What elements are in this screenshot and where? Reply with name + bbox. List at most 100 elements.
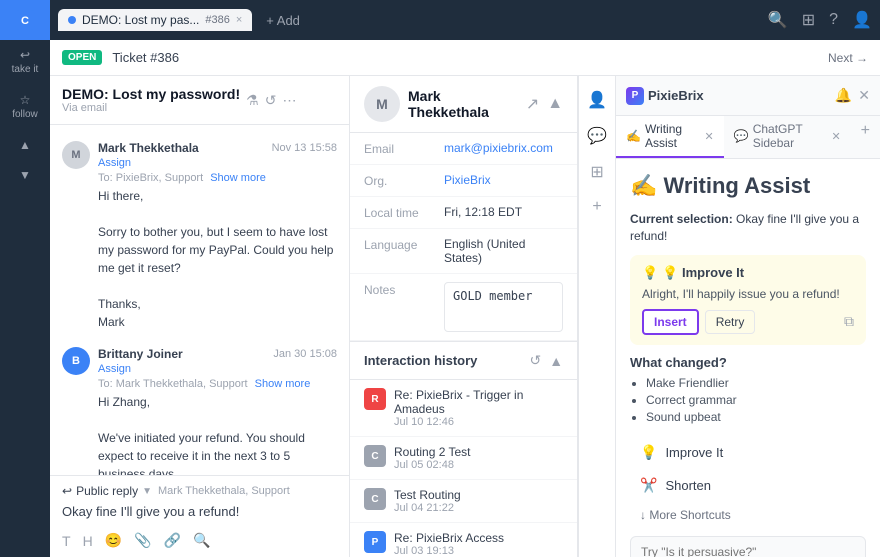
- pixiebrix-sidebar: P PixieBrix 🔔 ✕ ✍️ Writing Assist ✕ 💬 Ch…: [615, 76, 880, 557]
- msg-body: Hi there,Sorry to bother you, but I seem…: [98, 187, 337, 331]
- improve-shortcut-label: Improve It: [665, 445, 723, 460]
- filter-button[interactable]: ⚗: [246, 92, 259, 109]
- search-kb-button[interactable]: 🔍: [193, 532, 210, 549]
- apps-icon[interactable]: ⊞: [802, 10, 815, 30]
- heading-button[interactable]: H: [83, 533, 93, 549]
- attach-button[interactable]: 📎: [134, 532, 151, 549]
- refresh-history-button[interactable]: ↺: [529, 352, 541, 369]
- close-sidebar-button[interactable]: ✕: [858, 87, 870, 104]
- detail-header: M Mark Thekkethala ↗ ▲: [350, 76, 577, 133]
- message-item: B Brittany Joiner Jan 30 15:08 Assign To…: [50, 339, 349, 475]
- what-changed-title: What changed?: [630, 355, 866, 370]
- history-section: Interaction history ↺ ▲ R Re: PixieBrix …: [350, 341, 577, 557]
- right-detail-actions: 👤 💬 ⊞ +: [578, 76, 615, 557]
- left-sidebar: C ↩ take it ☆ follow ▲ ▼: [0, 0, 50, 557]
- email-link[interactable]: mark@pixiebrix.com: [444, 141, 553, 155]
- add-tab-button[interactable]: +: [851, 116, 880, 158]
- try-input[interactable]: [630, 536, 866, 557]
- notes-field-row: Notes GOLD member: [350, 274, 577, 341]
- user-avatar[interactable]: 👤: [852, 10, 872, 30]
- reply-type-button[interactable]: ↩ Public reply ▼: [62, 484, 152, 498]
- tab-title: DEMO: Lost my pas...: [82, 13, 199, 27]
- reply-input[interactable]: Okay fine I'll give you a refund!: [62, 504, 337, 524]
- user-detail-button[interactable]: 👤: [583, 86, 611, 114]
- pixiebrix-logo-icon: P: [626, 87, 644, 105]
- email-value: mark@pixiebrix.com: [444, 141, 553, 155]
- change-item: Correct grammar: [646, 393, 866, 407]
- detail-header-actions: ↗ ▲: [526, 94, 563, 114]
- chatgpt-close[interactable]: ✕: [831, 130, 840, 143]
- emoji-button[interactable]: 😊: [105, 532, 122, 549]
- assign-link[interactable]: Assign: [98, 157, 131, 169]
- show-more-link[interactable]: Show more: [210, 172, 266, 184]
- msg-header: Brittany Joiner Jan 30 15:08: [98, 347, 337, 361]
- language-label: Language: [364, 237, 444, 252]
- tab-active[interactable]: DEMO: Lost my pas... #386 ×: [58, 9, 252, 31]
- history-item[interactable]: R Re: PixieBrix - Trigger in Amadeus Jul…: [350, 380, 577, 437]
- assign-link[interactable]: Assign: [98, 363, 131, 375]
- conv-actions: ⚗ ↺ ⋯: [246, 92, 296, 109]
- link-button[interactable]: 🔗: [164, 532, 181, 549]
- time-field-row: Local time Fri, 12:18 EDT: [350, 197, 577, 229]
- history-badge: P: [364, 531, 386, 553]
- pix-tabs: ✍️ Writing Assist ✕ 💬 ChatGPT Sidebar ✕ …: [616, 116, 880, 159]
- retry-button[interactable]: Retry: [705, 310, 756, 334]
- shorten-shortcut-label: Shorten: [665, 478, 711, 493]
- conv-header: DEMO: Lost my password! Via email ⚗ ↺ ⋯: [50, 76, 349, 125]
- format-text-button[interactable]: T: [62, 533, 71, 549]
- show-more-link[interactable]: Show more: [255, 378, 311, 390]
- status-badge: OPEN: [62, 50, 102, 65]
- notes-input[interactable]: GOLD member: [444, 282, 563, 332]
- msg-content: Brittany Joiner Jan 30 15:08 Assign To: …: [98, 347, 337, 475]
- next-button[interactable]: Next →: [828, 51, 868, 65]
- time-label: Local time: [364, 205, 444, 220]
- shorten-shortcut-button[interactable]: ✂️ Shorten: [630, 469, 866, 502]
- history-content: Routing 2 Test Jul 05 02:48: [394, 445, 563, 471]
- history-item-date: Jul 10 12:46: [394, 416, 563, 428]
- more-shortcuts[interactable]: ↓ More Shortcuts: [630, 502, 866, 528]
- history-item[interactable]: P Re: PixieBrix Access Jul 03 19:13: [350, 523, 577, 557]
- avatar: B: [62, 347, 90, 375]
- msg-header: Mark Thekkethala Nov 13 15:58: [98, 141, 337, 155]
- msg-recipient: To: PixieBrix, Support Show more: [98, 172, 337, 184]
- collapse-history-button[interactable]: ▲: [549, 353, 563, 369]
- history-title: Interaction history: [364, 353, 477, 368]
- org-link[interactable]: PixieBrix: [444, 173, 491, 187]
- more-button[interactable]: ⋯: [282, 92, 296, 109]
- tab-chatgpt[interactable]: 💬 ChatGPT Sidebar ✕: [724, 116, 851, 158]
- pix-panel-title: ✍️ Writing Assist: [630, 173, 866, 199]
- improve-shortcut-button[interactable]: 💡 Improve It: [630, 436, 866, 469]
- tab-writing-assist[interactable]: ✍️ Writing Assist ✕: [616, 116, 724, 158]
- language-field-row: Language English (United States): [350, 229, 577, 274]
- help-icon[interactable]: ?: [829, 11, 838, 29]
- copy-button[interactable]: ⧉: [844, 313, 854, 330]
- insert-button[interactable]: Insert: [642, 309, 699, 335]
- add-button[interactable]: +: [588, 194, 605, 220]
- grid-button[interactable]: ⊞: [586, 158, 607, 186]
- history-item[interactable]: C Routing 2 Test Jul 05 02:48: [350, 437, 577, 480]
- nav-up[interactable]: ▲: [0, 130, 50, 160]
- collapse-icon[interactable]: ▲: [547, 95, 563, 113]
- history-item-date: Jul 05 02:48: [394, 459, 563, 471]
- shorten-shortcut-icon: ✂️: [640, 477, 657, 494]
- messages-list: M Mark Thekkethala Nov 13 15:58 Assign T…: [50, 125, 349, 475]
- chat-button[interactable]: 💬: [583, 122, 611, 150]
- tab-close-icon[interactable]: ×: [236, 14, 242, 26]
- app-logo: C: [0, 0, 50, 40]
- writing-assist-close[interactable]: ✕: [705, 130, 714, 143]
- history-actions: ↺ ▲: [529, 352, 563, 369]
- add-tab-button[interactable]: + Add: [258, 9, 308, 32]
- contact-name: Mark Thekkethala: [408, 88, 518, 120]
- nav-take-it[interactable]: ↩ take it: [0, 40, 50, 85]
- history-button[interactable]: ↺: [265, 92, 277, 109]
- nav-follow[interactable]: ☆ follow: [0, 85, 50, 130]
- contact-avatar: M: [364, 86, 400, 122]
- history-item-title: Re: PixieBrix - Trigger in Amadeus: [394, 388, 563, 416]
- bell-icon[interactable]: 🔔: [835, 87, 852, 104]
- history-item[interactable]: C Test Routing Jul 04 21:22: [350, 480, 577, 523]
- nav-down[interactable]: ▼: [0, 160, 50, 190]
- history-item-title: Test Routing: [394, 488, 563, 502]
- expand-icon[interactable]: ↗: [526, 94, 539, 114]
- improve-it-title: 💡 💡 Improve It: [642, 265, 854, 281]
- search-icon[interactable]: 🔍: [768, 10, 788, 30]
